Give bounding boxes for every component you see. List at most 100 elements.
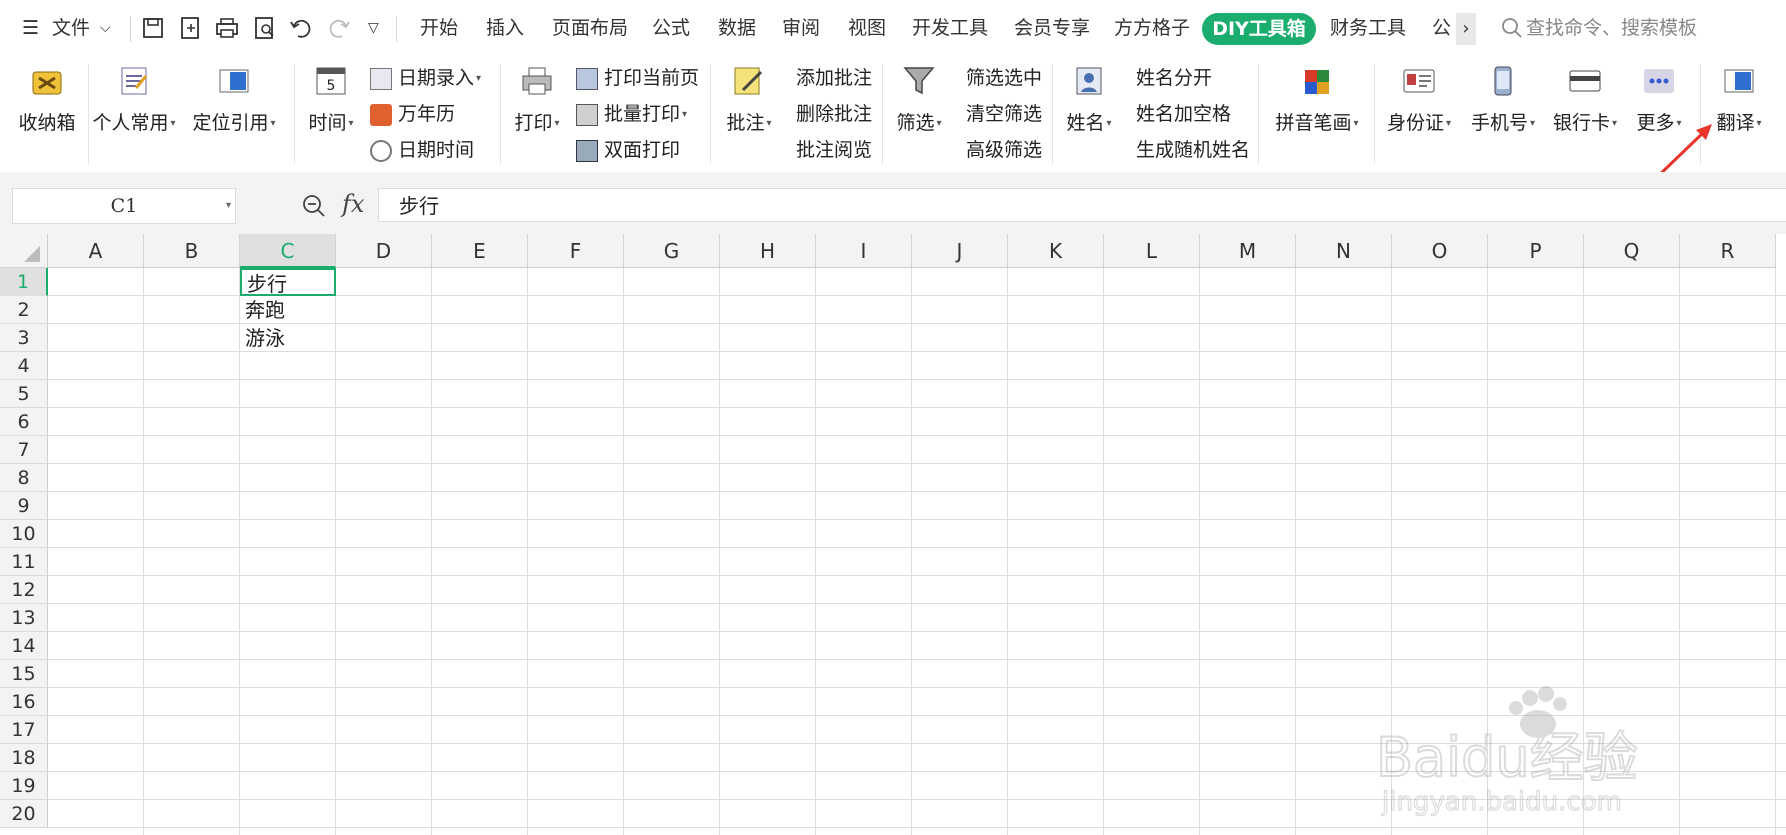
clear-filter-button[interactable]: 清空筛选	[966, 100, 1042, 128]
print-preview-icon[interactable]	[252, 14, 278, 42]
print-button[interactable]: 打印 ▾	[510, 64, 564, 135]
locate-reference-button[interactable]: 定位引用 ▾	[188, 64, 280, 135]
tab-insert[interactable]: 插入	[486, 14, 524, 42]
formula-input[interactable]: 步行	[378, 188, 1786, 222]
advanced-filter-button[interactable]: 高级筛选	[966, 136, 1042, 164]
column-header-i[interactable]: I	[816, 234, 912, 268]
tab-fangfangezi[interactable]: 方方格子	[1114, 14, 1190, 42]
column-header-r[interactable]: R	[1680, 234, 1776, 268]
undo-icon[interactable]	[288, 14, 314, 42]
file-chevron-down-icon[interactable]: ⌵	[100, 14, 111, 42]
print-icon[interactable]	[214, 14, 240, 42]
row-header-15[interactable]: 15	[0, 660, 48, 688]
row-header-19[interactable]: 19	[0, 772, 48, 800]
name-box-dropdown-icon[interactable]: ▾	[226, 189, 231, 223]
time-button[interactable]: 5 时间 ▾	[304, 64, 358, 135]
row-header-16[interactable]: 16	[0, 688, 48, 716]
comment-button[interactable]: 批注 ▾	[722, 64, 776, 135]
row-header-14[interactable]: 14	[0, 632, 48, 660]
column-header-m[interactable]: M	[1200, 234, 1296, 268]
split-name-button[interactable]: 姓名分开	[1136, 64, 1212, 92]
generate-random-name-button[interactable]: 生成随机姓名	[1136, 136, 1250, 164]
tab-home[interactable]: 开始	[420, 14, 458, 42]
row-header-11[interactable]: 11	[0, 548, 48, 576]
cell-c1[interactable]: 步行	[240, 268, 336, 296]
row-header-3[interactable]: 3	[0, 324, 48, 352]
column-header-j[interactable]: J	[912, 234, 1008, 268]
tab-developer[interactable]: 开发工具	[912, 14, 988, 42]
column-header-l[interactable]: L	[1104, 234, 1200, 268]
row-header-12[interactable]: 12	[0, 576, 48, 604]
hamburger-menu-icon[interactable]: ☰	[22, 14, 39, 42]
customize-quick-access-icon[interactable]: ▽	[368, 14, 379, 42]
row-header-5[interactable]: 5	[0, 380, 48, 408]
name-box[interactable]: C1 ▾	[12, 188, 236, 224]
row-header-2[interactable]: 2	[0, 296, 48, 324]
id-card-button[interactable]: 身份证 ▾	[1384, 64, 1454, 135]
row-header-8[interactable]: 8	[0, 464, 48, 492]
zoom-out-icon[interactable]	[302, 194, 326, 218]
filter-selected-button[interactable]: 筛选选中	[966, 64, 1042, 92]
tab-view[interactable]: 视图	[848, 14, 886, 42]
date-time-button[interactable]: 日期时间	[370, 136, 474, 164]
column-header-e[interactable]: E	[432, 234, 528, 268]
export-pdf-icon[interactable]	[178, 14, 204, 42]
name-add-space-button[interactable]: 姓名加空格	[1136, 100, 1231, 128]
row-header-13[interactable]: 13	[0, 604, 48, 632]
storage-box-button[interactable]: 收纳箱	[14, 64, 80, 135]
name-button[interactable]: 姓名 ▾	[1062, 64, 1116, 135]
personal-common-button[interactable]: 个人常用 ▾	[92, 64, 176, 135]
row-header-20[interactable]: 20	[0, 800, 48, 828]
column-header-h[interactable]: H	[720, 234, 816, 268]
row-header-9[interactable]: 9	[0, 492, 48, 520]
bank-card-button[interactable]: 银行卡 ▾	[1550, 64, 1620, 135]
column-header-p[interactable]: P	[1488, 234, 1584, 268]
tab-data[interactable]: 数据	[718, 14, 756, 42]
file-menu[interactable]: 文件	[52, 14, 90, 42]
column-header-d[interactable]: D	[336, 234, 432, 268]
tab-page-layout[interactable]: 页面布局	[552, 14, 628, 42]
row-header-18[interactable]: 18	[0, 744, 48, 772]
phone-number-button[interactable]: 手机号 ▾	[1468, 64, 1538, 135]
filter-button[interactable]: 筛选 ▾	[892, 64, 946, 135]
date-entry-button[interactable]: 日期录入 ▾	[370, 64, 481, 92]
tab-member[interactable]: 会员专享	[1014, 14, 1090, 42]
tab-formulas[interactable]: 公式	[652, 14, 690, 42]
tab-review[interactable]: 审阅	[782, 14, 820, 42]
column-header-b[interactable]: B	[144, 234, 240, 268]
column-header-q[interactable]: Q	[1584, 234, 1680, 268]
column-header-c[interactable]: C	[240, 234, 336, 268]
search-input[interactable]: 查找命令、搜索模板	[1526, 14, 1697, 42]
batch-print-button[interactable]: 批量打印 ▾	[576, 100, 687, 128]
select-all-corner[interactable]	[0, 234, 48, 268]
pinyin-strokes-button[interactable]: 拼音笔画 ▾	[1270, 64, 1364, 135]
duplex-print-button[interactable]: 双面打印	[576, 136, 680, 164]
view-comments-button[interactable]: 批注阅览	[796, 136, 872, 164]
column-header-g[interactable]: G	[624, 234, 720, 268]
row-header-10[interactable]: 10	[0, 520, 48, 548]
column-header-f[interactable]: F	[528, 234, 624, 268]
perpetual-calendar-button[interactable]: 万年历	[370, 100, 455, 128]
add-comment-button[interactable]: 添加批注	[796, 64, 872, 92]
redo-icon[interactable]	[326, 14, 352, 42]
tab-diy-toolbox[interactable]: DIY工具箱	[1202, 13, 1316, 45]
tabs-scroll-right-icon[interactable]: ›	[1456, 13, 1476, 45]
tab-truncated[interactable]: 公	[1432, 14, 1451, 42]
row-header-7[interactable]: 7	[0, 436, 48, 464]
print-current-page-button[interactable]: 打印当前页	[576, 64, 699, 92]
row-header-1[interactable]: 1	[0, 268, 48, 296]
column-header-a[interactable]: A	[48, 234, 144, 268]
save-icon[interactable]	[140, 14, 166, 42]
row-header-17[interactable]: 17	[0, 716, 48, 744]
cell-c2[interactable]: 奔跑	[240, 296, 336, 324]
insert-function-icon[interactable]: fx	[342, 190, 364, 218]
delete-comment-button[interactable]: 删除批注	[796, 100, 872, 128]
cell-c3[interactable]: 游泳	[240, 324, 336, 352]
tab-finance-tools[interactable]: 财务工具	[1330, 14, 1406, 42]
row-header-4[interactable]: 4	[0, 352, 48, 380]
row-header-6[interactable]: 6	[0, 408, 48, 436]
search-icon[interactable]	[1500, 16, 1524, 40]
column-header-o[interactable]: O	[1392, 234, 1488, 268]
column-header-k[interactable]: K	[1008, 234, 1104, 268]
column-header-n[interactable]: N	[1296, 234, 1392, 268]
